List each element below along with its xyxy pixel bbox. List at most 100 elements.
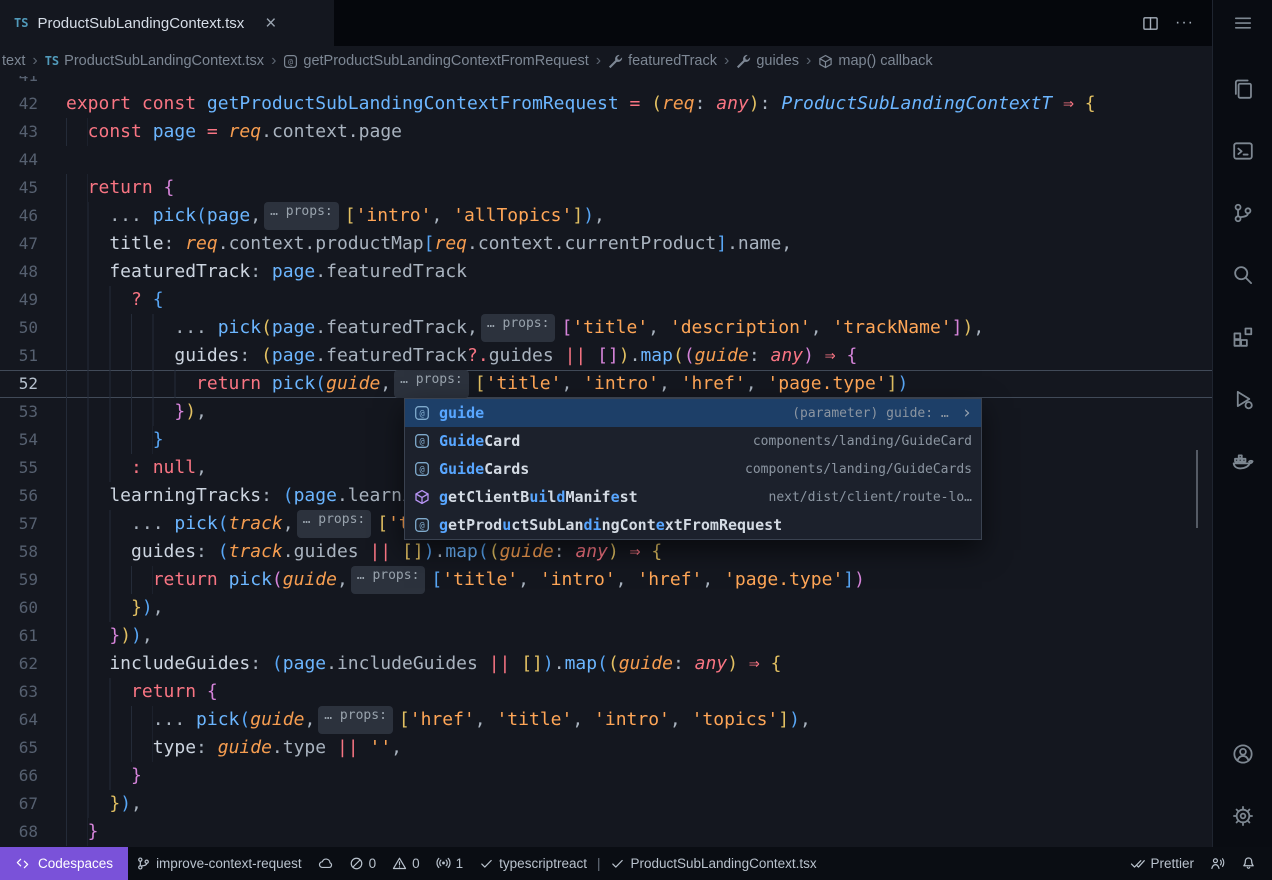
- indent-guides: [66, 286, 131, 314]
- code-token: ): [749, 90, 760, 118]
- code-line-68[interactable]: 68}: [0, 818, 1212, 846]
- suggest-item[interactable]: getClientBuildManifestnext/dist/client/r…: [405, 483, 981, 511]
- suggest-item[interactable]: @getProductSubLandingContextFromRequest: [405, 511, 981, 539]
- status-divider[interactable]: |: [595, 847, 603, 880]
- activity-search[interactable]: [1213, 244, 1272, 306]
- code-token: []: [597, 342, 619, 370]
- close-icon[interactable]: ×: [265, 14, 276, 33]
- code-token: 'title': [572, 314, 648, 342]
- code-token: title: [109, 230, 163, 258]
- breadcrumb-item[interactable]: featuredTrack: [608, 53, 717, 69]
- branch-icon: [136, 856, 151, 871]
- code-line-45[interactable]: 45return {: [0, 174, 1212, 202]
- code-line-41[interactable]: 41: [0, 76, 1212, 90]
- status-language-status[interactable]: typescriptreact: [471, 847, 595, 880]
- code-token: pick: [272, 370, 315, 398]
- status-branch[interactable]: improve-context-request: [128, 847, 310, 880]
- code-line-51[interactable]: 51guides: (page.featuredTrack?.guides ||…: [0, 342, 1212, 370]
- line-number: 44: [0, 146, 66, 174]
- code-token: {: [153, 286, 164, 314]
- code-token: ): [131, 622, 142, 650]
- activity-account[interactable]: [1213, 723, 1272, 785]
- code-line-62[interactable]: 62includeGuides: (page.includeGuides || …: [0, 650, 1212, 678]
- code-line-42[interactable]: 42export const getProductSubLandingConte…: [0, 90, 1212, 118]
- activity-terminal[interactable]: [1213, 120, 1272, 182]
- suggest-item[interactable]: @GuideCardcomponents/landing/GuideCard: [405, 427, 981, 455]
- codespaces-status[interactable]: Codespaces: [0, 847, 128, 880]
- code-editor[interactable]: 4142export const getProductSubLandingCon…: [0, 76, 1212, 847]
- status-ports[interactable]: 1: [428, 847, 472, 880]
- code-token: 'intro': [583, 370, 659, 398]
- code-token: }: [109, 622, 120, 650]
- status-sync[interactable]: [310, 847, 341, 880]
- code-token: ||: [337, 734, 359, 762]
- code-line-52[interactable]: 52return pick(guide,… props:['title', 'i…: [0, 370, 1212, 398]
- code-token: 'title': [442, 566, 518, 594]
- status-remote-indicator[interactable]: [1202, 847, 1233, 880]
- activity-source-control[interactable]: [1213, 182, 1272, 244]
- code-line-64[interactable]: 64... pick(guide,… props:['href', 'title…: [0, 706, 1212, 734]
- code-token: (: [608, 650, 619, 678]
- code-line-65[interactable]: 65type: guide.type || '',: [0, 734, 1212, 762]
- code-line-58[interactable]: 58guides: (track.guides || []).map((guid…: [0, 538, 1212, 566]
- status-warnings[interactable]: 0: [384, 847, 428, 880]
- breadcrumb-item[interactable]: text: [2, 53, 25, 69]
- activity-files[interactable]: [1213, 58, 1272, 120]
- code-token: ,: [391, 734, 402, 762]
- code-line-47[interactable]: 47title: req.context.productMap[req.cont…: [0, 230, 1212, 258]
- code-line-66[interactable]: 66}: [0, 762, 1212, 790]
- code-token: [218, 118, 229, 146]
- code-line-46[interactable]: 46... pick(page,… props:['intro', 'allTo…: [0, 202, 1212, 230]
- code-line-44[interactable]: 44: [0, 146, 1212, 174]
- code-token: ,: [153, 594, 164, 622]
- suggest-detail: next/dist/client/route-lo…: [769, 490, 973, 505]
- svg-text:@: @: [288, 57, 293, 66]
- breadcrumb-separator: ›: [595, 52, 602, 70]
- suggest-item[interactable]: @GuideCardscomponents/landing/GuideCards: [405, 455, 981, 483]
- code-line-49[interactable]: 49? {: [0, 286, 1212, 314]
- status-active-file[interactable]: ProductSubLandingContext.tsx: [602, 847, 824, 880]
- code-token: ...: [153, 706, 196, 734]
- code-line-48[interactable]: 48featuredTrack: page.featuredTrack: [0, 258, 1212, 286]
- breadcrumb-item[interactable]: map() callback: [818, 53, 932, 69]
- chevron-right-icon: ›: [962, 405, 972, 422]
- activity-docker[interactable]: [1213, 430, 1272, 492]
- codespaces-label: Codespaces: [38, 856, 113, 871]
- line-number: 52: [0, 370, 66, 398]
- status-errors[interactable]: 0: [341, 847, 385, 880]
- more-actions-icon[interactable]: ···: [1175, 14, 1194, 32]
- scrollbar-thumb[interactable]: [1196, 450, 1198, 528]
- tab-product-sub-landing-context[interactable]: TS ProductSubLandingContext.tsx ×: [0, 0, 334, 46]
- activity-menu[interactable]: [1213, 0, 1272, 46]
- code-token: 'page.type': [767, 370, 886, 398]
- breadcrumb-label: map() callback: [838, 53, 932, 69]
- status-prettier[interactable]: Prettier: [1122, 847, 1202, 880]
- code-token: {: [207, 678, 218, 706]
- code-line-67[interactable]: 67}),: [0, 790, 1212, 818]
- code-line-63[interactable]: 63return {: [0, 678, 1212, 706]
- split-editor-icon[interactable]: [1142, 15, 1159, 32]
- code-token: any: [771, 342, 804, 370]
- activity-settings[interactable]: [1213, 785, 1272, 847]
- code-line-59[interactable]: 59return pick(guide,… props:['title', 'i…: [0, 566, 1212, 594]
- code-token: pick: [174, 510, 217, 538]
- code-token: [836, 342, 847, 370]
- code-token: featuredTrack: [109, 258, 250, 286]
- code-token: null: [153, 454, 196, 482]
- line-number: 53: [0, 398, 66, 426]
- breadcrumb-item[interactable]: @getProductSubLandingContextFromRequest: [283, 53, 588, 69]
- indent-guides: [66, 622, 109, 650]
- code-line-43[interactable]: 43const page = req.context.page: [0, 118, 1212, 146]
- breadcrumb-item[interactable]: TSProductSubLandingContext.tsx: [45, 53, 264, 69]
- breadcrumb-item[interactable]: guides: [736, 53, 799, 69]
- code-token: [: [475, 370, 486, 398]
- code-line-61[interactable]: 61})),: [0, 622, 1212, 650]
- activity-extensions[interactable]: [1213, 306, 1272, 368]
- code-line-60[interactable]: 60}),: [0, 594, 1212, 622]
- code-line-50[interactable]: 50... pick(page.featuredTrack,… props:['…: [0, 314, 1212, 342]
- activity-run-debug[interactable]: [1213, 368, 1272, 430]
- code-token: ,: [250, 202, 261, 230]
- status-notifications[interactable]: [1233, 847, 1264, 880]
- suggest-item[interactable]: @guide(parameter) guide: …›: [405, 399, 981, 427]
- code-token: ,: [781, 230, 792, 258]
